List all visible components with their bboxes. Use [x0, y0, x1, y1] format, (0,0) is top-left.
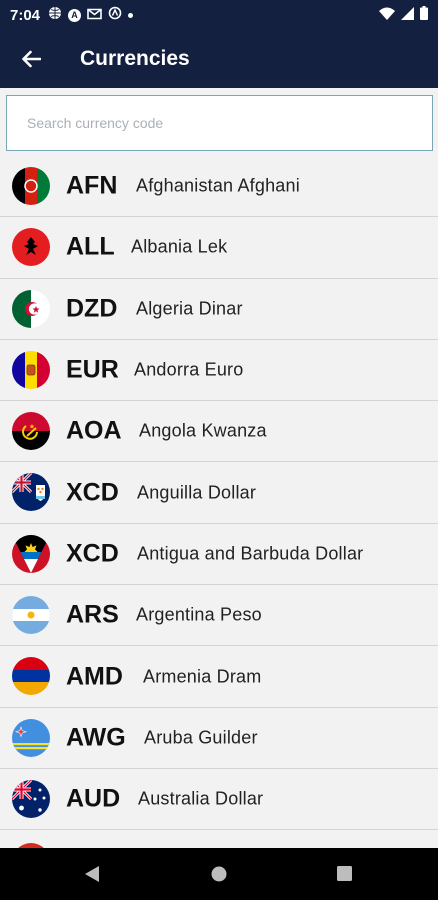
currency-row-amd[interactable]: AMD Armenia Dram — [0, 646, 438, 708]
albania-flag — [12, 228, 50, 267]
currency-row-all[interactable]: ALL Albania Lek — [0, 217, 438, 279]
currency-name: Andorra Euro — [134, 359, 244, 380]
currency-name: Anguilla Dollar — [137, 482, 257, 503]
currency-code: AUD — [66, 784, 121, 813]
vpn-icon — [108, 6, 122, 24]
currency-code: ALL — [66, 232, 115, 261]
currency-name: Armenia Dram — [143, 666, 262, 687]
status-bar: 7:04 A — [0, 0, 438, 30]
angola-flag — [12, 412, 50, 451]
currency-code: AOA — [66, 416, 122, 445]
currency-row-awg[interactable]: AWG Aruba Guilder — [0, 708, 438, 769]
algeria-flag — [12, 289, 50, 328]
back-triangle-icon[interactable] — [84, 865, 100, 883]
afghanistan-flag — [12, 167, 50, 205]
globe-icon — [48, 6, 62, 24]
currency-code: DZD — [66, 294, 118, 323]
currency-row-xcd-anguilla[interactable]: XCD Anguilla Dollar — [0, 462, 438, 524]
currency-code: AFN — [66, 171, 118, 200]
app-bar: Currencies — [0, 30, 438, 88]
battery-icon — [420, 6, 428, 24]
currency-name: Aruba Guilder — [144, 727, 258, 748]
search-box[interactable] — [6, 95, 433, 151]
wifi-icon — [379, 7, 395, 24]
antigua-barbuda-flag — [12, 534, 50, 573]
currency-row-ars[interactable]: ARS Argentina Peso — [0, 585, 438, 647]
currency-name: Antigua and Barbuda Dollar — [137, 543, 364, 564]
currency-row-eur[interactable]: EUR Andorra Euro — [0, 340, 438, 402]
andorra-flag — [12, 350, 50, 389]
status-time: 7:04 — [10, 6, 41, 24]
argentina-flag — [12, 596, 50, 635]
armenia-flag — [12, 657, 50, 696]
currency-code: XCD — [66, 478, 119, 507]
gmail-icon — [87, 7, 102, 24]
currency-row-aud[interactable]: AUD Australia Dollar — [0, 769, 438, 831]
currency-name: Afghanistan Afghani — [136, 175, 300, 196]
currency-row-aoa[interactable]: AOA Angola Kwanza — [0, 401, 438, 463]
currency-row-xcd-antigua[interactable]: XCD Antigua and Barbuda Dollar — [0, 524, 438, 586]
currency-row-afn[interactable]: AFN Afghanistan Afghani — [0, 156, 438, 218]
search-input[interactable] — [7, 96, 432, 150]
anguilla-flag — [12, 473, 50, 512]
currency-name: Argentina Peso — [136, 604, 262, 625]
currency-code: ARS — [66, 600, 119, 629]
currency-name: Albania Lek — [131, 236, 228, 257]
currency-code: XCD — [66, 539, 119, 568]
home-circle-icon[interactable] — [211, 866, 227, 882]
currency-row-dzd[interactable]: DZD Algeria Dinar — [0, 279, 438, 340]
arrow-left-icon[interactable] — [21, 48, 43, 70]
recents-square-icon[interactable] — [337, 866, 352, 881]
currency-name: Australia Dollar — [138, 788, 264, 809]
currency-name: Angola Kwanza — [139, 420, 267, 441]
currency-code: EUR — [66, 355, 119, 384]
australia-flag — [12, 779, 50, 818]
a-icon: A — [68, 8, 82, 22]
page-title: Currencies — [80, 47, 190, 70]
currency-code: AWG — [66, 723, 126, 752]
system-nav-bar — [0, 848, 438, 900]
currency-name: Algeria Dinar — [136, 298, 243, 319]
currency-list: AFN Afghanistan Afghani ALL Albania Lek … — [0, 156, 438, 831]
signal-icon — [401, 6, 414, 24]
currency-code: AMD — [66, 662, 123, 691]
notification-dot-icon — [128, 12, 134, 18]
aruba-flag — [12, 718, 50, 757]
